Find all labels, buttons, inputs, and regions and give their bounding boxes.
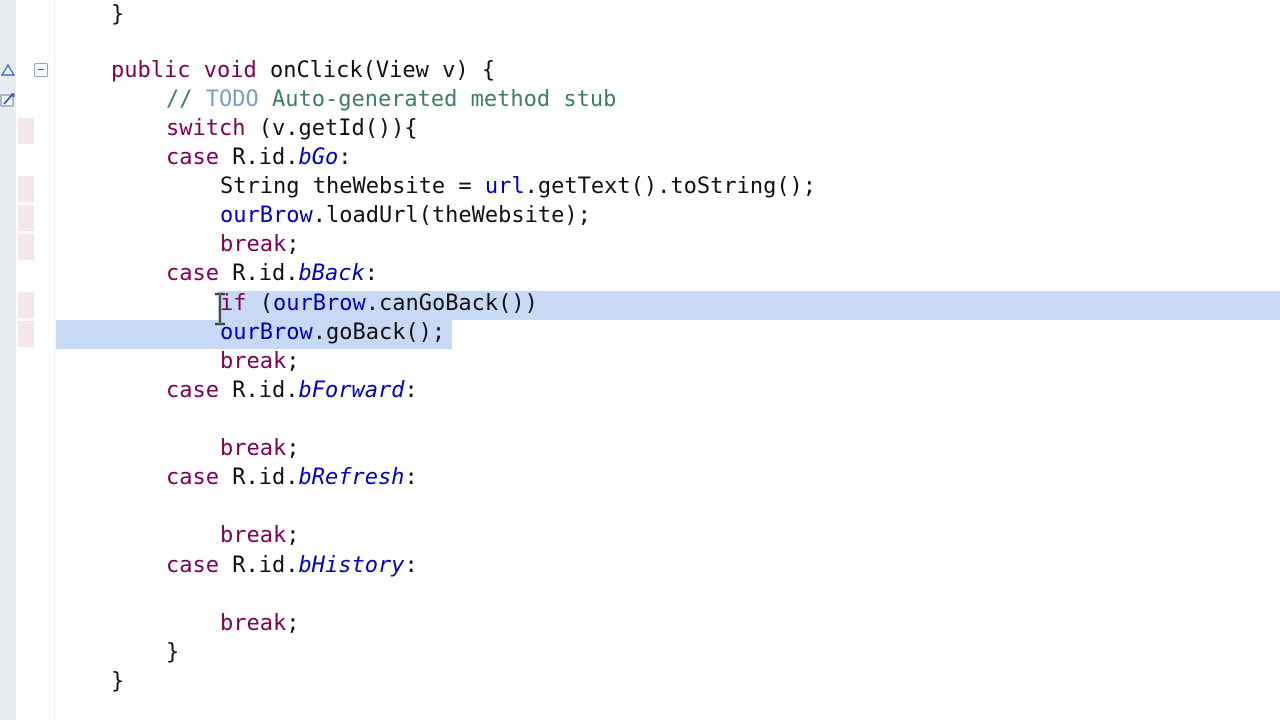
code-token: R.id. [218, 145, 299, 170]
code-line[interactable]: case R.id.bBack: [166, 259, 378, 288]
code-token: : [404, 465, 418, 490]
code-line[interactable]: ourBrow.loadUrl(theWebsite); [220, 201, 591, 230]
code-line[interactable]: ourBrow.goBack(); [220, 318, 445, 347]
code-token: String theWebsite = [220, 174, 485, 199]
code-line[interactable]: } [166, 638, 179, 667]
code-line[interactable]: } [111, 667, 124, 696]
code-token: .getText().toString(); [524, 174, 817, 199]
code-editor[interactable]: } public void onClick(View v) { // TODO … [0, 0, 1280, 720]
code-token: case [166, 553, 219, 578]
code-token: // [166, 87, 206, 112]
code-token: : [364, 261, 378, 286]
code-token: ; [286, 523, 300, 548]
code-line[interactable]: case R.id.bRefresh: [166, 463, 418, 492]
code-token: ; [286, 232, 300, 257]
code-line[interactable]: break; [220, 434, 299, 463]
i-beam-cursor-icon [215, 292, 225, 326]
code-token: ; [286, 349, 300, 374]
code-token: ourBrow [220, 203, 313, 228]
code-token: case [166, 261, 219, 286]
code-token: public void [111, 58, 257, 83]
code-token: TODO [205, 87, 259, 112]
code-token: bHistory [298, 553, 405, 578]
code-token: R.id. [218, 553, 299, 578]
code-token: case [166, 465, 219, 490]
code-token: break [220, 523, 287, 548]
code-line[interactable]: case R.id.bGo: [166, 143, 351, 172]
code-token: break [220, 349, 287, 374]
code-token: R.id. [218, 465, 299, 490]
code-line[interactable]: switch (v.getId()){ [166, 114, 418, 143]
code-line[interactable]: } [111, 0, 124, 29]
code-token: bBack [298, 261, 365, 286]
code-line[interactable]: // TODO Auto-generated method stub [166, 85, 616, 114]
code-token: .canGoBack()) [365, 291, 538, 316]
code-line[interactable]: String theWebsite = url.getText().toStri… [220, 172, 816, 201]
code-token: ; [286, 611, 300, 636]
code-line[interactable]: public void onClick(View v) { [111, 56, 495, 85]
code-line[interactable]: case R.id.bHistory: [166, 551, 418, 580]
code-line[interactable]: case R.id.bForward: [166, 376, 418, 405]
code-token: break [220, 232, 287, 257]
code-line[interactable]: break; [220, 521, 299, 550]
code-token: .goBack(); [312, 320, 446, 345]
code-token: } [111, 2, 125, 27]
code-line[interactable]: break; [220, 230, 299, 259]
code-token: bForward [298, 378, 405, 403]
code-token: ; [286, 436, 300, 461]
code-line[interactable]: break; [220, 609, 299, 638]
code-token: } [166, 640, 180, 665]
code-line[interactable]: if (ourBrow.canGoBack()) [220, 289, 538, 318]
code-token: bGo [298, 145, 339, 170]
code-token: case [166, 145, 219, 170]
code-token: switch [166, 116, 246, 141]
code-token: break [220, 436, 287, 461]
code-token: R.id. [218, 378, 299, 403]
code-token: R.id. [218, 261, 299, 286]
code-token: } [111, 669, 125, 694]
code-token: case [166, 378, 219, 403]
code-token: : [404, 378, 418, 403]
code-token: break [220, 611, 287, 636]
code-token: .loadUrl(theWebsite); [312, 203, 591, 228]
code-token: ourBrow [273, 291, 366, 316]
code-token: : [338, 145, 352, 170]
code-token: bRefresh [298, 465, 405, 490]
code-line[interactable]: break; [220, 347, 299, 376]
code-token: url [484, 174, 525, 199]
code-token: ( [246, 291, 273, 316]
code-token: Auto-generated method stub [258, 87, 617, 112]
code-token: (v.getId()){ [245, 116, 418, 141]
code-token: : [404, 553, 418, 578]
code-token: onClick(View v) { [256, 58, 496, 83]
code-token: ourBrow [220, 320, 313, 345]
